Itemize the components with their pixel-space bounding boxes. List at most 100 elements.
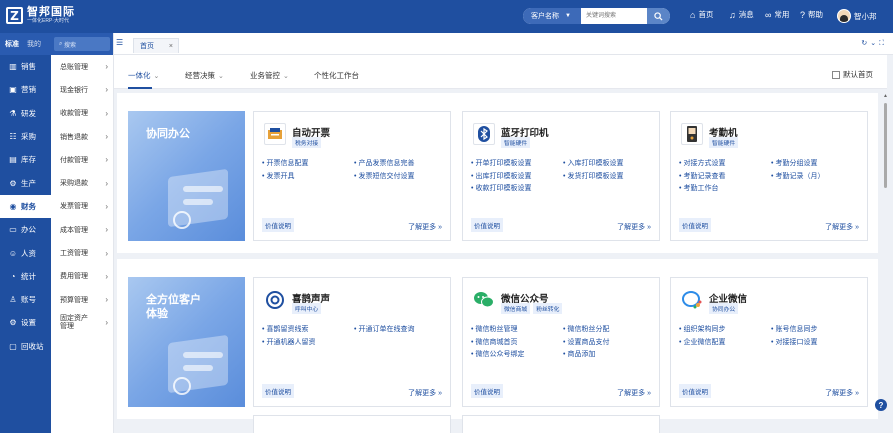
scrollbar-thumb[interactable] [884,103,887,188]
content-area: 协同办公 自动开票 税务对接 开票信息配置发票开具 产品发票信息完善发票短信交付… [117,93,878,433]
user-menu[interactable]: 智小邦 [837,9,877,23]
search-button[interactable] [647,8,670,24]
card-link[interactable]: 开票信息配置 [262,158,308,171]
card-link[interactable]: 发票开具 [262,171,308,184]
submenu-item[interactable]: 采购退款 › [51,171,113,194]
purchase-icon: ☷ [9,132,17,142]
card-link[interactable]: 企业微信配置 [679,337,725,350]
sidebar-item-inventory[interactable]: ▤ 库存 [0,148,51,171]
value-description-button[interactable]: 价值说明 [679,218,711,232]
feature-section: 协同办公 自动开票 税务对接 开票信息配置发票开具 产品发票信息完善发票短信交付… [117,93,878,253]
submenu-label: 现金银行 [60,86,88,94]
card-link[interactable]: 微信商城首页 [471,337,524,350]
submenu-item[interactable]: 收款管理 › [51,102,113,125]
submenu-item[interactable]: 付款管理 › [51,148,113,171]
default-home-checkbox[interactable]: 默认首页 [832,69,873,80]
submenu-item[interactable]: 发票管理 › [51,195,113,218]
learn-more-link[interactable]: 了解更多 » [617,222,651,232]
submenu-item[interactable]: 预算管理 › [51,288,113,311]
card-link[interactable]: 发票短信交付设置 [354,171,414,184]
value-description-button[interactable]: 价值说明 [262,218,294,232]
sidebar-item-account[interactable]: ♙ 账号 [0,288,51,311]
nav-home[interactable]: ⌂ 首页 [690,9,713,20]
help-float-button[interactable]: ? [875,399,887,411]
subnav-tab-decision[interactable]: 经营决策 ⌄ [185,70,224,81]
close-icon[interactable]: × [169,43,173,50]
card-link[interactable]: 考勤分组设置 [771,158,824,171]
learn-more-link[interactable]: 了解更多 » [825,222,859,232]
card-link[interactable]: 考勤记录查看 [679,171,725,184]
chevron-down-icon[interactable]: ⌄ [870,40,879,47]
search-input[interactable] [581,8,647,24]
sidebar-tab-standard[interactable]: 标准 [5,39,19,49]
card-link[interactable]: 对接方式设置 [679,158,725,171]
checkbox-box [832,70,840,79]
submenu-item[interactable]: 销售退款 › [51,125,113,148]
card-link[interactable]: 组织架构同步 [679,324,725,337]
nav-common[interactable]: ∞ 常用 [765,9,789,20]
sidebar-item-stats[interactable]: ◔ 统计 [0,265,51,288]
submenu-item[interactable]: 工资管理 › [51,241,113,264]
card-link[interactable]: 微信粉丝分配 [563,324,609,337]
submenu-item[interactable]: 总账管理 › [51,55,113,78]
card-link[interactable]: 开通机器人留资 [262,337,315,350]
sidebar-item-purchase[interactable]: ☷ 采购 [0,125,51,148]
value-description-button[interactable]: 价值说明 [679,384,711,398]
tab-home[interactable]: 首页 × [133,38,179,53]
sidebar-item-production[interactable]: ⚙ 生产 [0,171,51,194]
card-link[interactable]: 对接接口设置 [771,337,817,350]
refresh-icon[interactable]: ↻ [861,40,870,47]
value-description-button[interactable]: 价值说明 [471,384,503,398]
nav-messages[interactable]: ♫ 消息 [729,9,754,20]
scroll-up-icon[interactable]: ▲ [883,93,888,99]
card-link[interactable]: 考勤记录（月） [771,171,824,184]
menu-search-input[interactable]: ⌕ 搜索 [54,37,110,51]
menu-search-placeholder: 搜索 [64,42,77,49]
sidebar-item-finance[interactable]: ◉ 财务 [0,194,51,219]
sidebar-item-label: 统计 [21,271,36,281]
sidebar-item-label: 账号 [21,295,36,305]
sidebar-item-marketing[interactable]: ▣ 营销 [0,78,51,101]
sidebar-tab-mine[interactable]: 我的 [27,39,41,49]
call-center-icon [264,289,286,311]
subnav-tab-integration[interactable]: 一体化 ⌄ [128,70,159,81]
card-link[interactable]: 账号信息同步 [771,324,817,337]
card-link[interactable]: 出库打印模板设置 [471,171,531,184]
learn-more-link[interactable]: 了解更多 » [617,388,651,398]
card-link[interactable]: 开单打印模板设置 [471,158,531,171]
sidebar-item-recycle[interactable]: ▢ 回收站 [0,335,51,358]
sidebar-item-office[interactable]: ▭ 办公 [0,218,51,241]
card-link[interactable]: 商品添加 [563,349,609,362]
card-link[interactable]: 发货打印模板设置 [563,171,623,184]
card-link[interactable]: 设置商品支付 [563,337,609,350]
learn-more-link[interactable]: 了解更多 » [408,222,442,232]
submenu-item[interactable]: 费用管理 › [51,265,113,288]
submenu-item[interactable]: 现金银行 › [51,78,113,101]
card-link[interactable]: 喜鹊留资线索 [262,324,315,337]
submenu-item[interactable]: 成本管理 › [51,218,113,241]
card-link[interactable]: 收款打印模板设置 [471,183,531,196]
scrollbar[interactable]: ▲ [883,93,888,433]
card-link[interactable]: 开通订单在线查询 [354,324,414,337]
value-description-button[interactable]: 价值说明 [262,384,294,398]
collapse-menu-icon[interactable]: ☰ [116,38,123,47]
card-link[interactable]: 入库打印模板设置 [563,158,623,171]
submenu-item[interactable]: 固定资产管理 › [51,311,113,334]
value-description-button[interactable]: 价值说明 [471,218,503,232]
learn-more-link[interactable]: 了解更多 » [825,388,859,398]
sidebar-item-hr[interactable]: ☺ 人资 [0,241,51,264]
subnav-tab-control[interactable]: 业务管控 ⌄ [250,70,289,81]
sidebar-item-sales[interactable]: ▥ 销售 [0,55,51,78]
card-link[interactable]: 微信公众号绑定 [471,349,524,362]
card-link[interactable]: 产品发票信息完善 [354,158,414,171]
card-link[interactable]: 微信粉丝管理 [471,324,524,337]
search-scope-select[interactable]: 客户名称 ▼ [523,8,581,24]
sidebar-item-settings[interactable]: ⚙ 设置 [0,311,51,334]
fullscreen-icon[interactable]: ⛶ [879,40,887,47]
sidebar-item-rd[interactable]: ⚗ 研发 [0,102,51,125]
learn-more-link[interactable]: 了解更多 » [408,388,442,398]
subnav-tab-workbench[interactable]: 个性化工作台 [314,70,359,81]
card-link[interactable]: 考勤工作台 [679,183,725,196]
nav-help[interactable]: ? 帮助 [800,9,823,20]
app-logo[interactable]: Z 智邦国际 一体化ERP·大时代 [6,6,75,25]
